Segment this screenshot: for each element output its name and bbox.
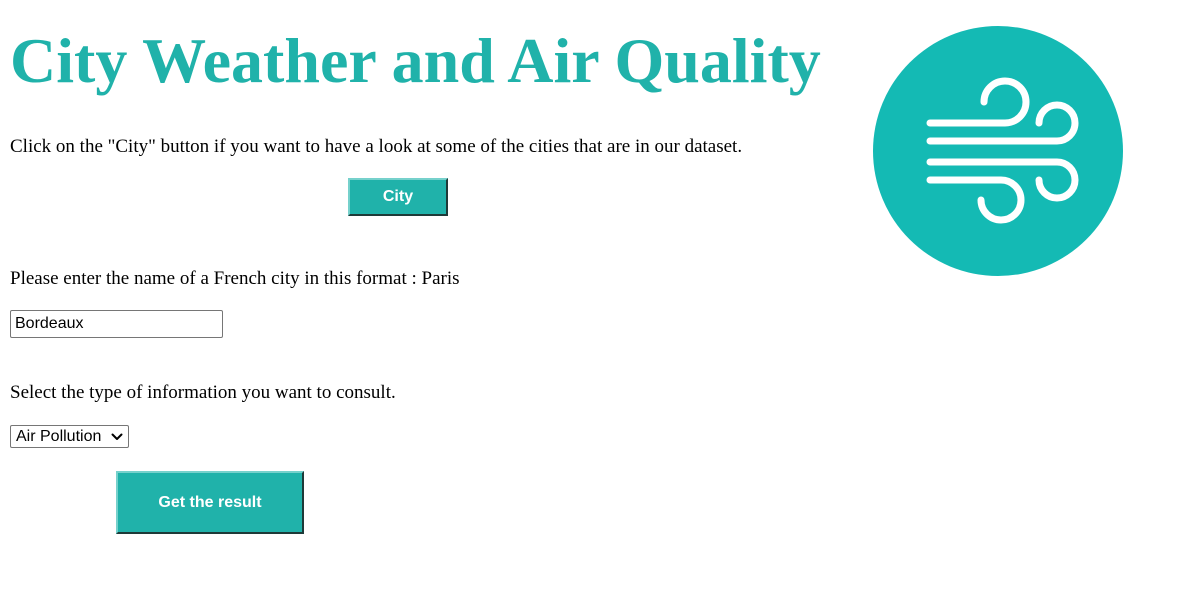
get-result-button[interactable]: Get the result xyxy=(116,471,304,534)
city-button[interactable]: City xyxy=(348,178,448,216)
page-title: City Weather and Air Quality xyxy=(10,25,821,96)
info-type-instruction: Select the type of information you want … xyxy=(10,382,396,403)
chevron-down-icon xyxy=(110,430,124,444)
info-type-select[interactable]: Air Pollution xyxy=(10,425,129,448)
city-instruction: Click on the "City" button if you want t… xyxy=(10,136,743,157)
city-name-input[interactable] xyxy=(10,310,223,338)
info-type-selected-value: Air Pollution xyxy=(16,427,102,445)
search-instruction: Please enter the name of a French city i… xyxy=(10,268,460,289)
wind-icon xyxy=(873,26,1123,276)
